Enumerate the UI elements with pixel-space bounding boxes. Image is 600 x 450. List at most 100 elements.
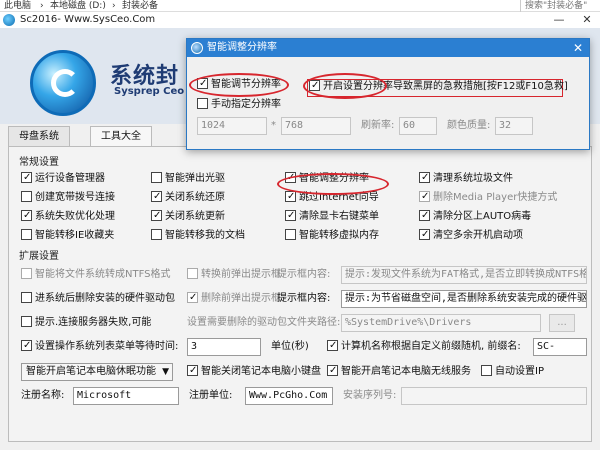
checkbox-box [187,290,198,306]
common-setting-checkbox[interactable]: 系统失败优化处理 [21,208,115,225]
dialog-close-button[interactable]: ✕ [573,39,583,57]
sleep-mode-select[interactable]: 智能开启笔记本电脑休眠功能 ▼ [21,363,173,381]
chevron-down-icon: ▼ [162,367,169,377]
common-setting-checkbox[interactable]: 清除显卡右键菜单 [285,208,379,225]
breadcrumb-folder[interactable]: 封装必备 [122,0,158,12]
common-setting-checkbox[interactable]: 智能转移IE收藏夹 [21,228,114,244]
color-quality-input[interactable]: 32 [495,117,533,135]
common-settings-title: 常规设置 [19,157,59,168]
tab-master-system[interactable]: 母盘系统 [8,126,70,146]
smart-resolution-checkbox[interactable]: 智能调节分辨率 [197,76,281,93]
checkbox-box [419,208,430,224]
reg-name-label: 注册名称: [21,390,65,401]
common-setting-checkbox[interactable]: 删除Media Player快捷方式 [419,189,557,206]
times-symbol: * [271,120,276,131]
driver-path-input[interactable]: %SystemDrive%\Drivers [341,314,541,332]
wireless-service-checkbox[interactable]: 智能开启笔记本电脑无线服务 [327,363,471,380]
auto-ip-checkbox[interactable]: 自动设置IP [481,364,544,380]
height-input[interactable]: 768 [281,117,351,135]
common-setting-checkbox[interactable]: 跳过Internet向导 [285,189,379,206]
computer-name-checkbox[interactable]: 计算机名称根据自定义前缀随机, 前缀名: [327,338,521,355]
driver-prompt-input[interactable]: 提示:为节省磁盘空间,是否删除系统安装完成的硬件驱动包 [341,290,587,308]
common-setting-checkbox[interactable]: 清理系统垃圾文件 [419,170,513,187]
checkbox-box [151,172,162,183]
checkbox-box [419,189,430,205]
checkbox-box [21,229,32,240]
ntfs-prompt-input[interactable]: 提示:发现文件系统为FAT格式,是否立即转换成NTFS格式 [341,266,587,284]
explorer-address-bar: 此电脑 › 本地磁盘 (D:) › 封装必备 搜索"封装必备" [0,0,600,12]
driver-prompt-checkbox[interactable]: 删除前弹出提示框 [187,290,281,307]
explorer-search-input[interactable]: 搜索"封装必备" [520,0,600,12]
checkbox-box [151,189,162,205]
common-setting-checkbox[interactable]: 智能调整分辨率 [285,170,369,187]
resolution-dialog: 智能调整分辨率 ✕ 智能调节分辨率 开启设置分辨率导致黑屏的急救措施[按F12或… [186,38,590,150]
logo-icon [30,50,96,116]
settings-panel: 常规设置 运行设备管理器 智能弹出光驱 智能调整分辨率 清理系统垃圾文件创建宽带拨号连… [8,146,592,442]
breadcrumb-drive-d[interactable]: 本地磁盘 (D:) [50,0,106,12]
close-numpad-checkbox[interactable]: 智能关闭笔记本电脑小键盘 [187,363,321,380]
menu-wait-unit: 单位(秒) [271,341,309,352]
app-icon [3,14,15,26]
checkbox-box [21,338,32,354]
dialog-titlebar: 智能调整分辨率 ✕ [187,39,589,57]
ntfs-prompt-checkbox[interactable]: 转换前弹出提示框 [187,267,281,283]
checkbox-box [197,98,208,109]
logo-swirl-icon [51,69,79,97]
menu-wait-input[interactable]: 3 [187,338,261,356]
common-setting-checkbox[interactable]: 智能转移虚拟内存 [285,228,379,244]
checkbox-box [21,208,32,224]
driver-path-label: 设置需要删除的驱动包文件夹路径: [187,317,341,328]
checkbox-box [285,229,296,240]
common-setting-checkbox[interactable]: 智能弹出光驱 [151,171,225,187]
breadcrumb-separator: › [112,1,116,11]
computer-prefix-input[interactable]: SC- [533,338,587,356]
width-input[interactable]: 1024 [197,117,267,135]
close-button[interactable]: ✕ [574,12,600,28]
checkbox-box [481,365,492,376]
delete-driver-pack-checkbox[interactable]: 进系统后删除安装的硬件驱动包 [21,291,175,307]
checkbox-box [285,208,296,224]
checkbox-box [187,363,198,379]
checkbox-box [309,78,320,94]
manual-resolution-checkbox[interactable]: 手动指定分辨率 [197,97,281,113]
browse-path-button[interactable]: ... [549,314,575,332]
refresh-rate-label: 刷新率: [361,120,395,131]
server-fail-checkbox[interactable]: 提示.连接服务器失败,可能 [21,315,151,331]
ntfs-prompt-label: 提示框内容: [277,269,331,280]
checkbox-box [327,338,338,354]
dialog-app-icon [191,42,203,54]
common-setting-checkbox[interactable]: 运行设备管理器 [21,170,105,187]
window-title: Sc2016- Www.SysCeo.Com [20,14,156,25]
common-setting-checkbox[interactable]: 智能转移我的文档 [151,228,245,244]
serial-input[interactable] [401,387,587,405]
black-screen-rescue-checkbox[interactable]: 开启设置分辨率导致黑屏的急救措施[按F12或F10急救] [309,78,568,95]
dialog-title: 智能调整分辨率 [207,42,277,53]
reg-unit-label: 注册单位: [189,390,233,401]
driver-prompt-label: 提示框内容: [277,293,331,304]
checkbox-box [419,227,430,243]
checkbox-box [21,268,32,279]
menu-wait-checkbox[interactable]: 设置操作系统列表菜单等待时间: [21,338,178,355]
common-setting-checkbox[interactable]: 关闭系统更新 [151,208,225,225]
ntfs-convert-checkbox[interactable]: 智能将文件系统转成NTFS格式 [21,267,171,283]
common-setting-checkbox[interactable]: 清空多余开机启动项 [419,227,523,244]
minimize-button[interactable]: — [546,12,572,28]
checkbox-box [327,363,338,379]
checkbox-box [21,191,32,202]
reg-unit-input[interactable]: Www.PcGho.Com [245,387,333,405]
tab-tools[interactable]: 工具大全 [90,126,152,146]
checkbox-box [151,208,162,224]
checkbox-box [285,170,296,186]
color-quality-label: 颜色质量: [447,120,491,131]
common-setting-checkbox[interactable]: 清除分区上AUTO病毒 [419,208,531,225]
checkbox-box [151,229,162,240]
breadcrumb-this-pc[interactable]: 此电脑 [4,0,31,12]
reg-name-input[interactable]: Microsoft [73,387,179,405]
refresh-rate-input[interactable]: 60 [399,117,437,135]
checkbox-box [187,268,198,279]
breadcrumb-separator: › [40,1,44,11]
checkbox-box [21,316,32,327]
checkbox-box [21,170,32,186]
common-setting-checkbox[interactable]: 创建宽带拨号连接 [21,190,115,206]
common-setting-checkbox[interactable]: 关闭系统还原 [151,189,225,206]
